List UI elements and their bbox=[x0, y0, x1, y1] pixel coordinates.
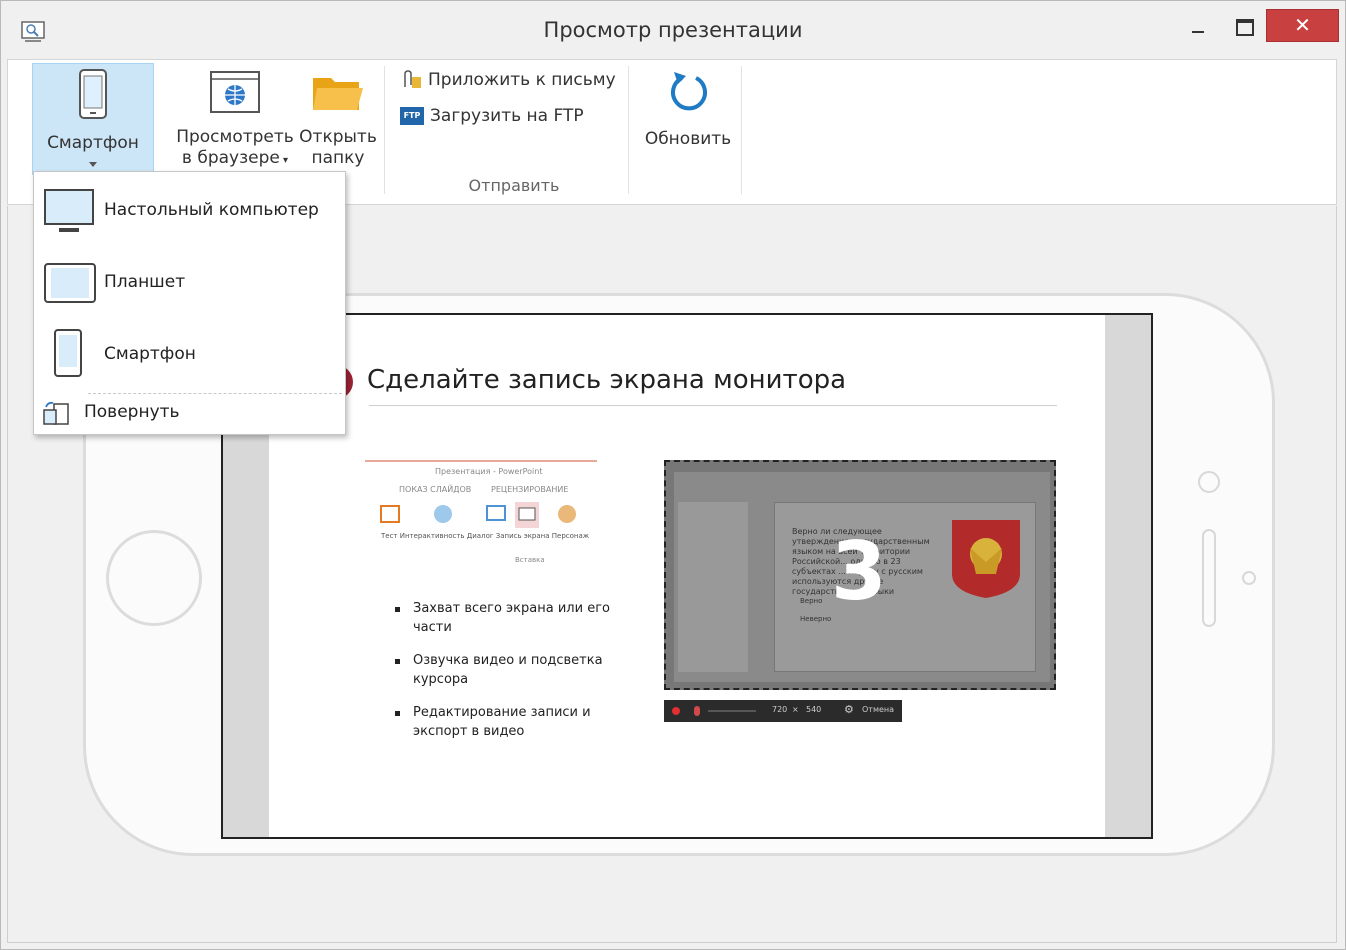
minimize-button[interactable] bbox=[1181, 9, 1221, 42]
menu-item-label: Повернуть bbox=[84, 402, 180, 422]
ribbon-separator bbox=[384, 66, 385, 194]
view-in-browser-button[interactable]: Просмотреть в браузере ▾ bbox=[174, 66, 296, 176]
send-group-label: Отправить bbox=[468, 176, 560, 195]
folder-icon bbox=[313, 78, 363, 110]
window-title: Просмотр презентации bbox=[543, 18, 803, 42]
ribbon-separator bbox=[741, 66, 742, 194]
refresh-button[interactable]: Обновить bbox=[640, 66, 736, 176]
coat-of-arms-icon bbox=[952, 520, 1020, 598]
thumbnail-tab-review: РЕЦЕНЗИРОВАНИЕ bbox=[491, 485, 569, 494]
thumbnail-tools: Тест Интерактивность Диалог Запись экран… bbox=[381, 532, 590, 540]
recording-toolbar: 720 × 540 ⚙ Отмена bbox=[664, 700, 902, 722]
thumbnail-tool-icons bbox=[380, 502, 576, 528]
menu-item-tablet[interactable]: Планшет bbox=[34, 252, 345, 314]
smartphone-label: Смартфон bbox=[47, 133, 139, 153]
slide-bullet-list: Захват всего экрана или его части Озвучк… bbox=[395, 599, 639, 755]
attach-to-email-button[interactable]: Приложить к письму bbox=[400, 67, 616, 93]
ftp-icon: FTP bbox=[400, 107, 424, 125]
phone-camera bbox=[1198, 471, 1220, 493]
close-button[interactable]: ✕ bbox=[1266, 9, 1339, 42]
thumbnail-group: Вставка bbox=[515, 556, 545, 564]
phone-screen: Сделайте запись экрана монитора Презента… bbox=[221, 313, 1153, 839]
screen-capture-preview: Верно ли следующее утверждение: государс… bbox=[664, 460, 1056, 690]
slide-bullet: Озвучка видео и подсветка курсора bbox=[395, 651, 639, 689]
capture-height: 540 bbox=[806, 705, 822, 714]
captured-option-true: Верно bbox=[800, 597, 823, 605]
upload-ftp-label: Загрузить на FTP bbox=[430, 106, 584, 126]
slide-bullet: Захват всего экрана или его части bbox=[395, 599, 639, 637]
slide-title-divider bbox=[369, 405, 1057, 406]
smartphone-icon bbox=[79, 69, 107, 119]
menu-item-smartphone[interactable]: Смартфон bbox=[34, 324, 345, 386]
thumbnail-accent-line bbox=[365, 460, 597, 462]
menu-item-desktop[interactable]: Настольный компьютер bbox=[34, 180, 345, 242]
microphone-icon bbox=[694, 706, 700, 716]
capture-size-separator: × bbox=[792, 705, 799, 714]
menu-item-label: Настольный компьютер bbox=[104, 200, 319, 220]
tablet-icon bbox=[44, 263, 96, 303]
paperclip-icon bbox=[404, 70, 421, 88]
chevron-down-icon: ▾ bbox=[279, 155, 289, 166]
powerpoint-ribbon-thumbnail: Презентация - PowerPoint ПОКАЗ СЛАЙДОВ Р… bbox=[365, 460, 597, 570]
smartphone-icon bbox=[54, 329, 82, 377]
menu-item-label: Планшет bbox=[104, 272, 186, 292]
open-folder-label-2: папку bbox=[311, 148, 365, 168]
close-icon: ✕ bbox=[1294, 13, 1311, 37]
slide-bullet: Редактирование записи и экспорт в видео bbox=[395, 703, 639, 741]
refresh-label: Обновить bbox=[644, 129, 732, 149]
slide-title: Сделайте запись экрана монитора bbox=[367, 365, 847, 395]
presentation-preview-window: Просмотр презентации ✕ Смартфон Просмотр… bbox=[0, 0, 1346, 950]
view-in-browser-label-2: в браузере bbox=[181, 148, 280, 168]
device-smartphone-button[interactable]: Смартфон bbox=[32, 63, 154, 175]
open-folder-label-1: Открыть bbox=[299, 127, 377, 147]
menu-item-rotate[interactable]: Повернуть bbox=[34, 398, 345, 430]
menu-item-label: Смартфон bbox=[104, 344, 196, 364]
desktop-icon bbox=[44, 189, 94, 232]
capture-width: 720 bbox=[772, 705, 788, 714]
countdown-number: 3 bbox=[831, 525, 887, 618]
phone-speaker bbox=[1202, 529, 1216, 627]
device-dropdown-menu: Настольный компьютер Планшет Смартфон По… bbox=[33, 171, 346, 435]
attach-to-email-label: Приложить к письму bbox=[428, 70, 616, 90]
open-folder-button[interactable]: Открыть папку bbox=[298, 66, 378, 176]
menu-separator bbox=[88, 393, 342, 394]
browser-globe-icon bbox=[210, 71, 260, 113]
thumbnail-tab-slideshow: ПОКАЗ СЛАЙДОВ bbox=[399, 485, 472, 494]
refresh-icon bbox=[671, 72, 707, 111]
audio-level-bar bbox=[708, 710, 756, 712]
rotate-icon bbox=[43, 401, 69, 425]
upload-ftp-button[interactable]: FTP Загрузить на FTP bbox=[400, 103, 584, 129]
thumbnail-title: Презентация - PowerPoint bbox=[435, 467, 543, 476]
phone-sensor-dot bbox=[1242, 571, 1256, 585]
title-bar: Просмотр презентации ✕ bbox=[1, 1, 1345, 59]
captured-option-false: Неверно bbox=[800, 615, 832, 623]
slide: Сделайте запись экрана монитора Презента… bbox=[269, 315, 1105, 837]
captured-sidebar bbox=[678, 502, 748, 672]
maximize-button[interactable] bbox=[1227, 9, 1263, 42]
gear-icon: ⚙ bbox=[844, 703, 854, 716]
record-icon bbox=[672, 707, 680, 715]
ribbon-separator bbox=[628, 66, 629, 194]
capture-cancel: Отмена bbox=[862, 705, 895, 714]
view-in-browser-label-1: Просмотреть bbox=[176, 127, 294, 147]
chevron-down-icon bbox=[89, 162, 97, 167]
phone-home-button bbox=[106, 530, 202, 626]
